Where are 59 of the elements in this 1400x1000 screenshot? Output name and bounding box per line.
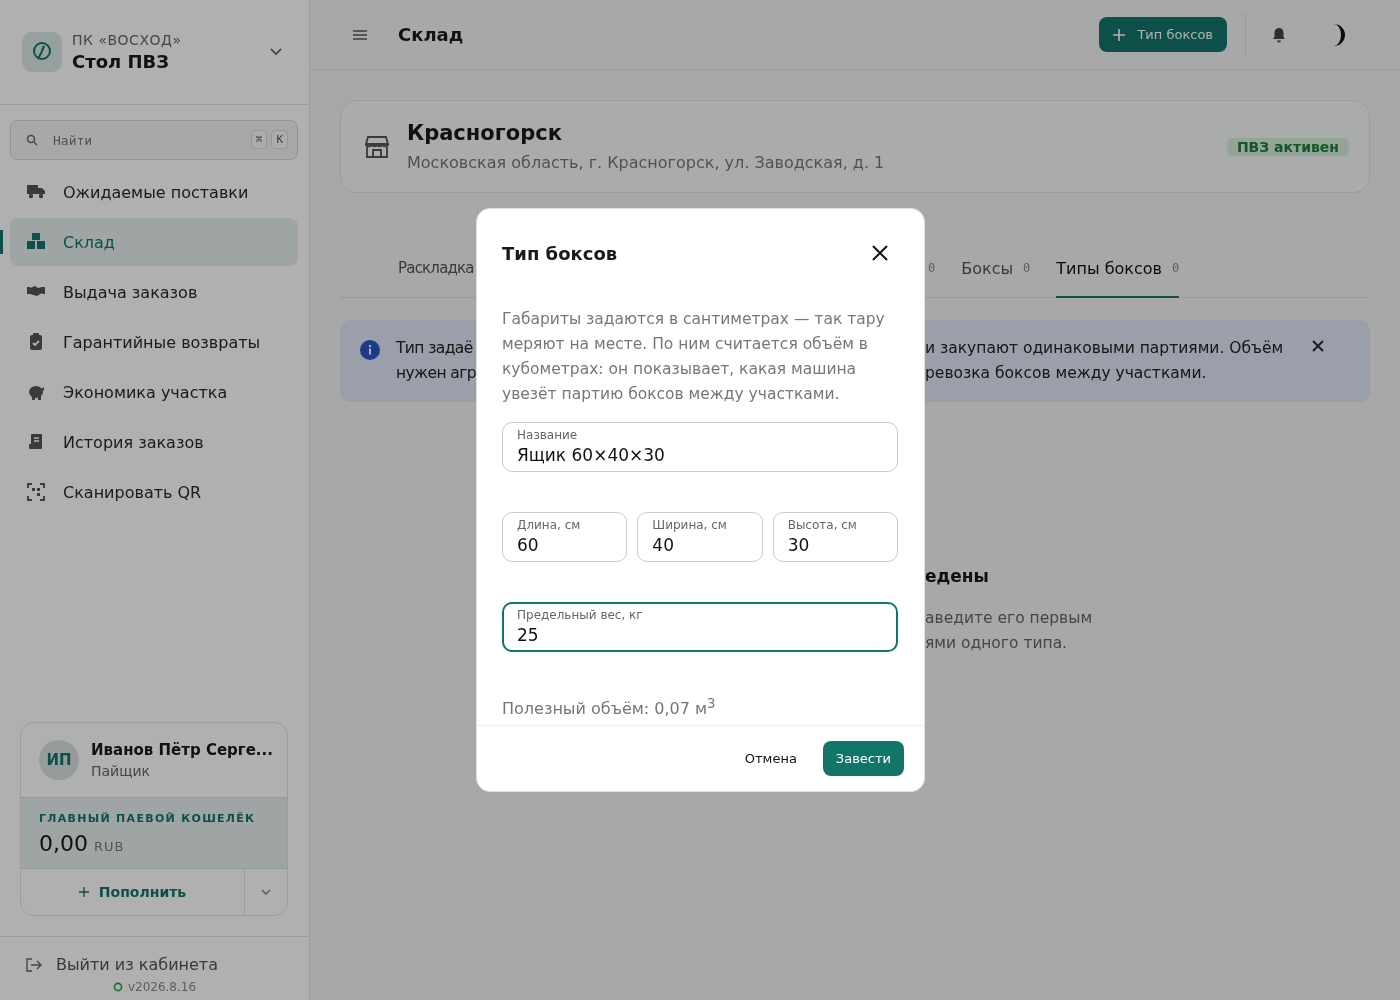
tab[interactable]: Типы боксов 0 bbox=[1056, 240, 1180, 298]
version-label: v2026.8.16 bbox=[127, 980, 197, 994]
empty-state-text: аведите его первым bbox=[925, 608, 1094, 629]
nav-item[interactable]: Выдача заказов bbox=[10, 268, 298, 316]
nav-item[interactable]: Экономика участка bbox=[10, 368, 298, 416]
empty-state-text: ями одного типа. bbox=[925, 633, 1069, 654]
volume-text: Полезный объём: 0,07 м$^{3}$ bbox=[502, 696, 717, 719]
nav-item[interactable]: Ожидаемые поставки bbox=[10, 168, 298, 216]
location-name: Красногорск bbox=[407, 121, 563, 145]
bell-icon bbox=[1272, 26, 1286, 43]
org-name: ПК «ВОСХОД» bbox=[72, 32, 183, 48]
chevron-icon bbox=[269, 47, 283, 57]
plus-icon bbox=[1113, 28, 1126, 41]
app-title: Стол ПВЗ bbox=[72, 51, 171, 72]
close-icon bbox=[1312, 340, 1324, 352]
search-icon bbox=[26, 134, 38, 146]
close-button[interactable] bbox=[872, 245, 888, 261]
chevron-icon bbox=[261, 889, 271, 895]
submit-button[interactable]: Завести bbox=[822, 741, 904, 776]
wallet-amount: 0,00 bbox=[39, 831, 88, 856]
info-text: ревозка боксов между участками. bbox=[925, 363, 1208, 384]
info-icon bbox=[360, 340, 380, 360]
field-label: Длина, см bbox=[517, 518, 581, 532]
nav-item[interactable]: История заказов bbox=[10, 418, 298, 466]
location-address: Московская область, г. Красногорск, ул. Заводская, д. 1 bbox=[407, 153, 885, 172]
tab[interactable]: Боксы 0 bbox=[961, 240, 1031, 298]
info-text: Тип задаё bbox=[396, 338, 474, 359]
field-label: Ширина, см bbox=[652, 518, 727, 532]
menu-icon bbox=[352, 28, 368, 41]
add-box-type-button[interactable]: Тип боксов bbox=[1099, 17, 1227, 52]
field-label: Название bbox=[517, 428, 578, 442]
dialog-title: Тип боксов bbox=[502, 242, 619, 264]
field-label: Высота, см bbox=[787, 518, 857, 532]
wallet-label: ГЛАВНЫЙ ПАЕВОЙ КОШЕЛЁК bbox=[39, 812, 257, 825]
wallet-currency: RUB bbox=[94, 839, 125, 854]
logout-link[interactable]: Выйти из кабинета bbox=[0, 936, 309, 980]
nav-item[interactable]: Сканировать QR bbox=[10, 468, 298, 516]
status-icon bbox=[112, 982, 123, 992]
qr-scan-icon bbox=[26, 482, 46, 502]
top-up-button[interactable]: Пополнить bbox=[21, 869, 245, 915]
cancel-button[interactable]: Отмена bbox=[734, 743, 807, 774]
page-title: Склад bbox=[398, 24, 464, 45]
user-name: Иванов Пётр Серге... bbox=[91, 741, 273, 759]
nav-item[interactable]: Гарантийные возвраты bbox=[10, 318, 298, 366]
store-icon bbox=[364, 134, 390, 159]
field-label: Предельный вес, кг bbox=[517, 608, 643, 622]
close-icon bbox=[872, 245, 888, 261]
user-role: Пайщик bbox=[91, 763, 151, 779]
info-text: и закупают одинаковыми партиями. Объём bbox=[925, 338, 1285, 359]
boxes-icon bbox=[26, 232, 46, 252]
dialog-description: Габариты задаются в сантиметрах — так тару меряют на месте. По ним считается объём в кубометрах: он показывает, какая машина увезёт партию боксов между участками. bbox=[502, 309, 886, 405]
tab[interactable]: Раскладка bbox=[398, 240, 474, 298]
info-text: нужен агр bbox=[396, 363, 476, 384]
logout-icon bbox=[26, 957, 42, 972]
empty-state-title: едены bbox=[925, 566, 990, 586]
plus-icon bbox=[78, 887, 89, 897]
shortcut-key: К bbox=[271, 130, 288, 149]
avatar: ИП bbox=[39, 740, 79, 780]
status-badge: ПВЗ активен bbox=[1226, 137, 1349, 156]
